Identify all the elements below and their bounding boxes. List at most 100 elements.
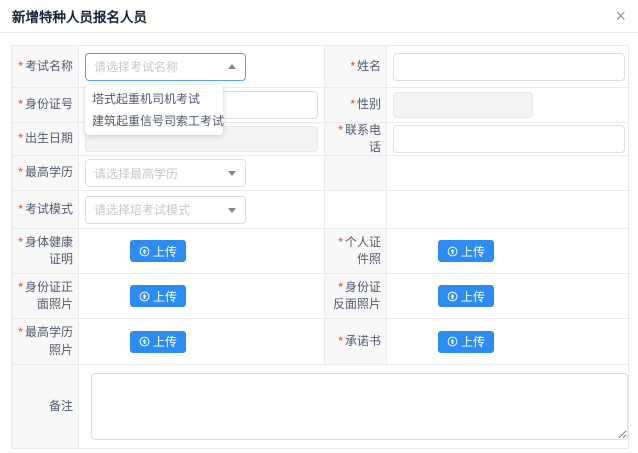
education-label-cell: *最高学历 bbox=[12, 156, 79, 191]
personal-photo-label-cell: *个人证件照 bbox=[325, 229, 387, 274]
upload-icon bbox=[447, 291, 458, 302]
id-front-label-cell: *身份证正面照片 bbox=[12, 274, 79, 319]
gender-label: *性别 bbox=[350, 96, 381, 113]
exam-mode-placeholder: 请选择培考试模式 bbox=[94, 201, 190, 218]
empty-label-cell bbox=[325, 191, 387, 229]
gender-input bbox=[393, 92, 533, 118]
upload-button-label: 上传 bbox=[153, 243, 177, 260]
registration-form-table: *考试名称 请选择考试名称 塔式起重机司机考试 建筑起重信号司索工考试 *姓名 … bbox=[11, 45, 628, 449]
id-front-label: *身份证正面照片 bbox=[17, 279, 73, 314]
upload-button-label: 上传 bbox=[461, 243, 485, 260]
remark-textarea[interactable] bbox=[91, 373, 628, 440]
chevron-up-icon bbox=[228, 64, 236, 69]
gender-label-cell: *性别 bbox=[325, 88, 387, 123]
phone-field-cell bbox=[387, 123, 629, 156]
upload-button-label: 上传 bbox=[153, 333, 177, 350]
remark-label: 备注 bbox=[49, 398, 73, 415]
education-label: *最高学历 bbox=[18, 164, 73, 181]
upload-button-health-cert[interactable]: 上传 bbox=[130, 240, 186, 262]
chevron-down-icon bbox=[228, 208, 236, 213]
exam-mode-label-cell: *考试模式 bbox=[12, 191, 79, 229]
required-asterisk: * bbox=[338, 235, 343, 249]
education-photo-label-cell: *最高学历照片 bbox=[12, 319, 79, 365]
id-back-field-cell: 上传 bbox=[387, 274, 629, 319]
education-photo-label: *最高学历照片 bbox=[17, 324, 73, 359]
empty-label-cell bbox=[325, 156, 387, 191]
upload-button-personal-photo[interactable]: 上传 bbox=[438, 240, 494, 262]
add-personnel-dialog: 新增特种人员报名人员 × *考试名称 请选择考试名称 塔式起重机司机考试 建筑起… bbox=[0, 0, 638, 453]
gender-field-cell bbox=[387, 88, 629, 123]
id-number-label-cell: *身份证号 bbox=[12, 88, 79, 123]
dropdown-option-signal-rigger[interactable]: 建筑起重信号司索工考试 bbox=[85, 110, 223, 132]
exam-name-label-cell: *考试名称 bbox=[12, 46, 79, 88]
name-input[interactable] bbox=[393, 53, 625, 81]
phone-input[interactable] bbox=[393, 125, 625, 153]
upload-button-label: 上传 bbox=[153, 288, 177, 305]
birth-date-label-cell: *出生日期 bbox=[12, 123, 79, 156]
birth-date-label: *出生日期 bbox=[18, 130, 73, 147]
upload-button-education-photo[interactable]: 上传 bbox=[130, 331, 186, 353]
commitment-label: *承诺书 bbox=[338, 333, 381, 350]
upload-button-commitment[interactable]: 上传 bbox=[438, 331, 494, 353]
required-asterisk: * bbox=[18, 280, 23, 294]
personal-photo-field-cell: 上传 bbox=[387, 229, 629, 274]
phone-label: *联系电话 bbox=[330, 122, 381, 157]
chevron-down-icon bbox=[228, 171, 236, 176]
exam-name-label: *考试名称 bbox=[18, 58, 73, 75]
required-asterisk: * bbox=[18, 59, 23, 73]
required-asterisk: * bbox=[18, 165, 23, 179]
required-asterisk: * bbox=[338, 334, 343, 348]
exam-name-placeholder: 请选择考试名称 bbox=[94, 58, 178, 75]
required-asterisk: * bbox=[338, 280, 343, 294]
upload-button-label: 上传 bbox=[461, 333, 485, 350]
empty-field-cell bbox=[387, 156, 629, 191]
education-select[interactable]: 请选择最高学历 bbox=[85, 159, 246, 187]
exam-mode-select[interactable]: 请选择培考试模式 bbox=[85, 196, 246, 224]
name-label-cell: *姓名 bbox=[325, 46, 387, 88]
exam-mode-label: *考试模式 bbox=[18, 201, 73, 218]
required-asterisk: * bbox=[18, 235, 23, 249]
commitment-field-cell: 上传 bbox=[387, 319, 629, 365]
dialog-title: 新增特种人员报名人员 bbox=[12, 6, 147, 26]
remark-label-cell: 备注 bbox=[12, 365, 79, 449]
upload-button-label: 上传 bbox=[461, 288, 485, 305]
dropdown-option-tower-crane[interactable]: 塔式起重机司机考试 bbox=[85, 88, 223, 110]
required-asterisk: * bbox=[338, 123, 343, 137]
upload-icon bbox=[447, 336, 458, 347]
upload-button-id-back[interactable]: 上传 bbox=[438, 285, 494, 307]
upload-icon bbox=[139, 336, 150, 347]
exam-name-select[interactable]: 请选择考试名称 bbox=[85, 53, 246, 81]
required-asterisk: * bbox=[350, 97, 355, 111]
id-front-field-cell: 上传 bbox=[79, 274, 325, 319]
phone-label-cell: *联系电话 bbox=[325, 123, 387, 156]
dialog-header: 新增特种人员报名人员 × bbox=[0, 0, 638, 33]
required-asterisk: * bbox=[18, 131, 23, 145]
personal-photo-label: *个人证件照 bbox=[330, 234, 381, 269]
health-cert-label: *身体健康证明 bbox=[17, 234, 73, 269]
exam-name-dropdown: 塔式起重机司机考试 建筑起重信号司索工考试 bbox=[85, 85, 223, 135]
upload-icon bbox=[139, 246, 150, 257]
education-placeholder: 请选择最高学历 bbox=[94, 165, 178, 182]
exam-mode-field-cell: 请选择培考试模式 bbox=[79, 191, 325, 229]
upload-icon bbox=[447, 246, 458, 257]
health-cert-label-cell: *身体健康证明 bbox=[12, 229, 79, 274]
id-number-label: *身份证号 bbox=[18, 96, 73, 113]
required-asterisk: * bbox=[18, 202, 23, 216]
remark-field-cell bbox=[79, 365, 629, 449]
id-back-label: *身份证反面照片 bbox=[330, 279, 381, 314]
empty-field-cell bbox=[387, 191, 629, 229]
education-field-cell: 请选择最高学历 bbox=[79, 156, 325, 191]
exam-name-field-cell: 请选择考试名称 塔式起重机司机考试 建筑起重信号司索工考试 bbox=[79, 46, 325, 88]
upload-button-id-front[interactable]: 上传 bbox=[130, 285, 186, 307]
required-asterisk: * bbox=[350, 59, 355, 73]
commitment-label-cell: *承诺书 bbox=[325, 319, 387, 365]
health-cert-field-cell: 上传 bbox=[79, 229, 325, 274]
upload-icon bbox=[139, 291, 150, 302]
close-icon[interactable]: × bbox=[615, 7, 626, 25]
required-asterisk: * bbox=[18, 97, 23, 111]
id-back-label-cell: *身份证反面照片 bbox=[325, 274, 387, 319]
education-photo-field-cell: 上传 bbox=[79, 319, 325, 365]
name-field-cell bbox=[387, 46, 629, 88]
required-asterisk: * bbox=[18, 325, 23, 339]
name-label: *姓名 bbox=[350, 58, 381, 75]
